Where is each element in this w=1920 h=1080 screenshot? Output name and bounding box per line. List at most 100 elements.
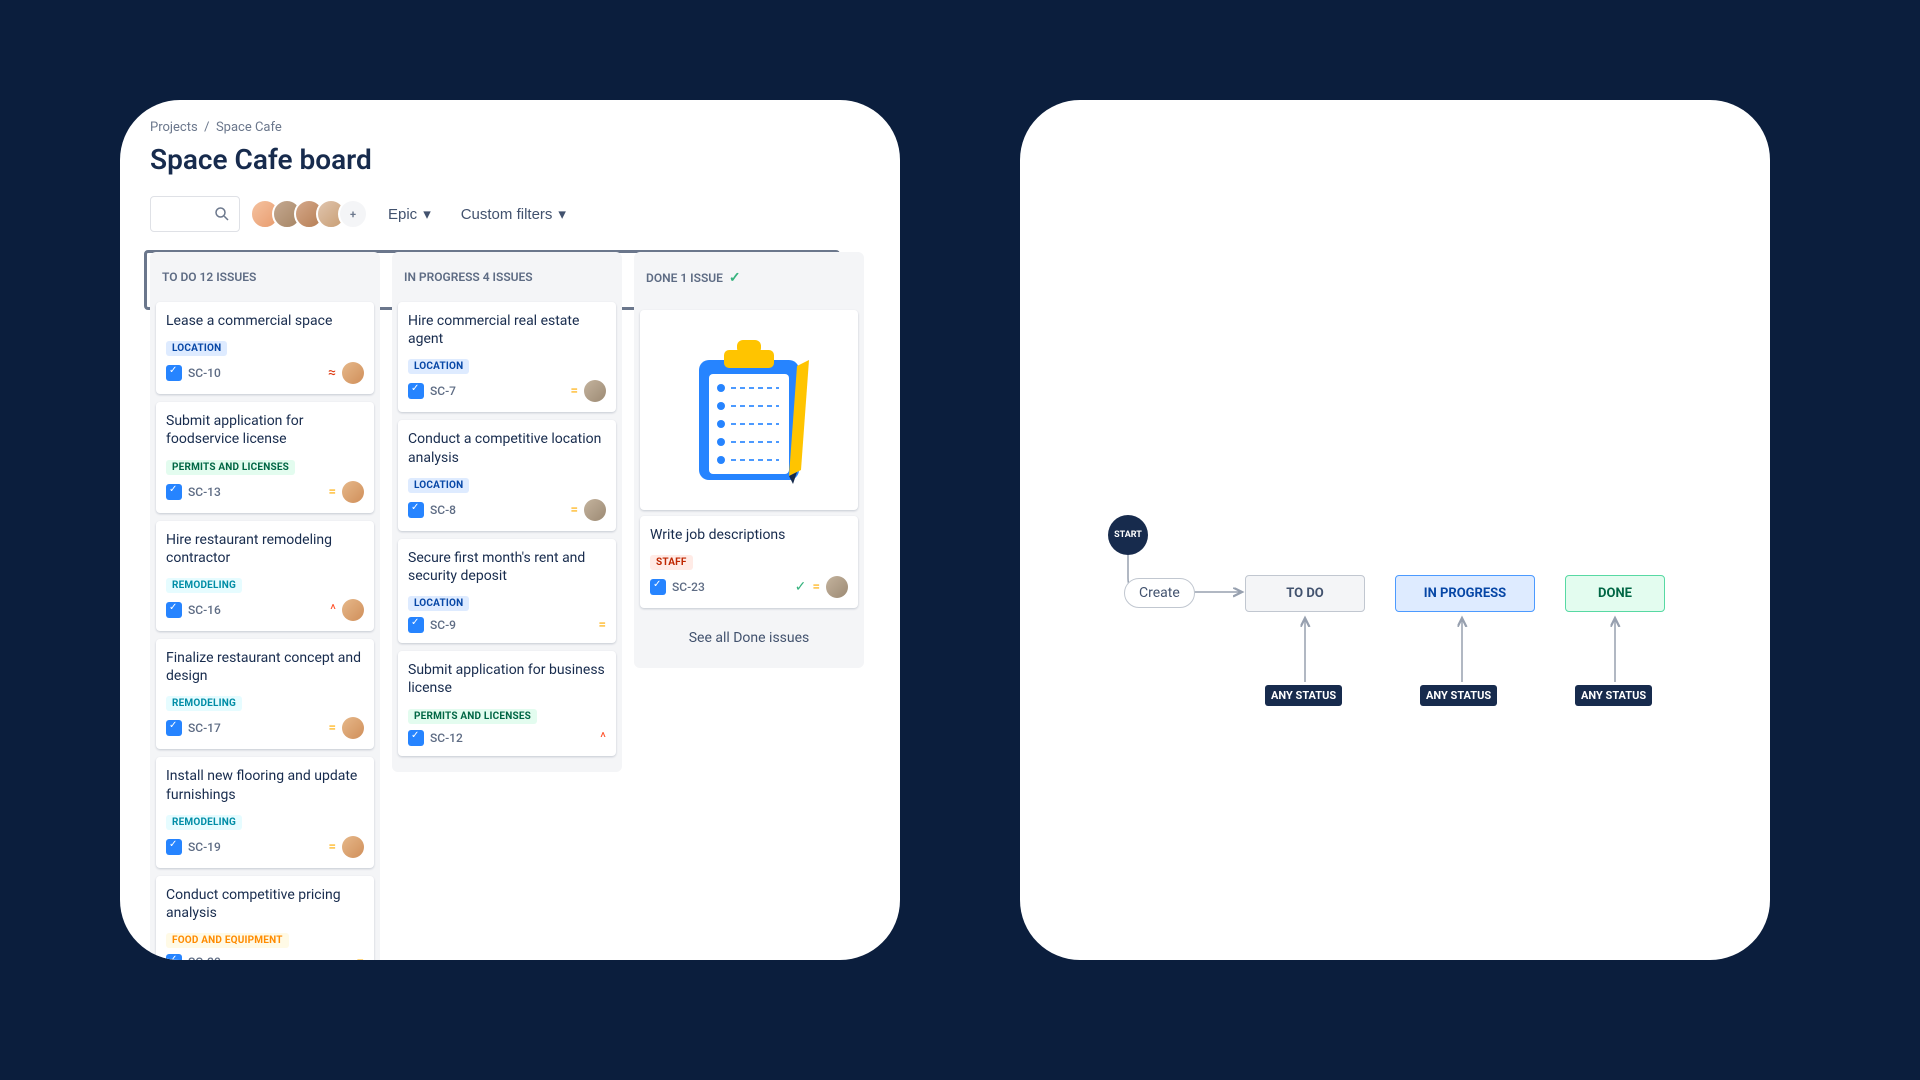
assignee-avatar[interactable]: [342, 599, 364, 621]
card-meta: ^: [600, 730, 606, 746]
epic-filter-label: Epic: [388, 206, 417, 223]
search-input[interactable]: [150, 196, 240, 232]
card-id-text: SC-9: [430, 618, 456, 632]
card-title: Secure first month's rent and security d…: [408, 549, 606, 585]
card-title: Lease a commercial space: [166, 312, 364, 330]
chevron-down-icon: ▾: [558, 205, 566, 223]
card-title: Conduct a competitive location analysis: [408, 430, 606, 466]
card-id: SC-20: [166, 954, 221, 960]
assignee-avatar[interactable]: [584, 380, 606, 402]
workflow-any-status[interactable]: ANY STATUS: [1420, 685, 1497, 706]
assignee-avatar[interactable]: [826, 576, 848, 598]
workflow-any-status[interactable]: ANY STATUS: [1265, 685, 1342, 706]
card-meta: =: [570, 380, 606, 402]
custom-filters[interactable]: Custom filters ▾: [451, 199, 576, 229]
card-meta: =: [356, 954, 364, 960]
card-title: Hire commercial real estate agent: [408, 312, 606, 348]
card-meta: ≈: [328, 362, 364, 384]
epic-badge: LOCATION: [408, 478, 469, 493]
workflow-panel: START Create TO DO IN PROGRESS DONE ANY …: [1020, 100, 1770, 960]
card-meta: ✓=: [795, 576, 848, 598]
assignee-avatar[interactable]: [342, 481, 364, 503]
issue-card[interactable]: Conduct a competitive location analysis L…: [398, 420, 616, 530]
card-id-text: SC-8: [430, 503, 456, 517]
workflow-create-transition[interactable]: Create: [1124, 578, 1195, 608]
column-header[interactable]: IN PROGRESS 4 ISSUES: [392, 252, 622, 302]
task-icon: [166, 954, 182, 960]
task-icon: [408, 383, 424, 399]
card-id: SC-16: [166, 602, 221, 618]
workflow-status-todo[interactable]: TO DO: [1245, 575, 1365, 612]
done-check-icon: ✓: [795, 579, 807, 595]
issue-card[interactable]: Write job descriptionsSTAFFSC-23✓=: [640, 516, 858, 608]
check-icon: ✓: [729, 270, 741, 286]
card-title: Conduct competitive pricing analysis: [166, 886, 364, 922]
column-header[interactable]: TO DO 12 ISSUES: [150, 252, 380, 302]
workflow-status-done[interactable]: DONE: [1565, 575, 1665, 612]
task-icon: [166, 720, 182, 736]
issue-card[interactable]: Install new flooring and update furnishi…: [156, 757, 374, 867]
card-footer: SC-20 =: [166, 954, 364, 960]
card-id-text: SC-16: [188, 603, 221, 617]
card-footer: SC-23✓=: [650, 576, 848, 598]
breadcrumb-project[interactable]: Space Cafe: [216, 120, 282, 135]
card-meta: =: [328, 717, 364, 739]
issue-card[interactable]: Finalize restaurant concept and design RE…: [156, 639, 374, 749]
done-illustration: [640, 310, 858, 510]
issue-card[interactable]: Secure first month's rent and security d…: [398, 539, 616, 643]
column-header[interactable]: DONE 1 ISSUE✓: [634, 252, 864, 304]
card-title: Install new flooring and update furnishi…: [166, 767, 364, 803]
epic-badge: PERMITS AND LICENSES: [166, 460, 295, 475]
avatar-more[interactable]: +: [338, 199, 368, 229]
card-meta: =: [328, 836, 364, 858]
workflow-start-node[interactable]: START: [1108, 515, 1148, 555]
card-id: SC-10: [166, 365, 221, 381]
card-id: SC-13: [166, 484, 221, 500]
card-id: SC-9: [408, 617, 456, 633]
card-meta: =: [598, 617, 606, 633]
issue-card[interactable]: Submit application for business licenseP…: [398, 651, 616, 755]
page-title: Space Cafe board: [120, 143, 900, 176]
assignee-avatar[interactable]: [342, 836, 364, 858]
epic-badge: LOCATION: [166, 341, 227, 356]
card-id-text: SC-17: [188, 721, 221, 735]
issue-card[interactable]: Hire commercial real estate agentLOCATIO…: [398, 302, 616, 412]
epic-badge: FOOD AND EQUIPMENT: [166, 933, 289, 948]
issue-card[interactable]: Conduct competitive pricing analysis FOOD…: [156, 876, 374, 960]
avatar-group[interactable]: +: [250, 199, 368, 229]
card-id-text: SC-7: [430, 384, 456, 398]
task-icon: [166, 484, 182, 500]
card-title: Finalize restaurant concept and design: [166, 649, 364, 685]
issue-card[interactable]: Submit application for foodservice licen…: [156, 402, 374, 512]
priority-icon: ≈: [328, 365, 336, 381]
issue-card[interactable]: Hire restaurant remodeling contractor REM…: [156, 521, 374, 631]
epic-badge: REMODELING: [166, 815, 242, 830]
epic-filter[interactable]: Epic ▾: [378, 199, 441, 229]
card-title: Submit application for business license: [408, 661, 606, 697]
card-title: Hire restaurant remodeling contractor: [166, 531, 364, 567]
breadcrumb-sep: /: [204, 120, 209, 135]
workflow-any-status[interactable]: ANY STATUS: [1575, 685, 1652, 706]
priority-icon: =: [328, 484, 336, 500]
toolbar: + Epic ▾ Custom filters ▾: [120, 196, 900, 232]
priority-icon: =: [812, 579, 820, 595]
card-footer: SC-10 ≈: [166, 362, 364, 384]
epic-badge: STAFF: [650, 555, 693, 570]
card-footer: SC-13 =: [166, 481, 364, 503]
card-footer: SC-9 =: [408, 617, 606, 633]
workflow-status-inprogress[interactable]: IN PROGRESS: [1395, 575, 1535, 612]
task-icon: [166, 365, 182, 381]
card-id: SC-17: [166, 720, 221, 736]
task-icon: [408, 730, 424, 746]
card-footer: SC-16^: [166, 599, 364, 621]
breadcrumb-projects[interactable]: Projects: [150, 120, 198, 135]
see-all-done-link[interactable]: See all Done issues: [634, 616, 864, 660]
epic-badge: REMODELING: [166, 578, 242, 593]
chevron-down-icon: ▾: [423, 205, 431, 223]
card-footer: SC-8=: [408, 499, 606, 521]
assignee-avatar[interactable]: [342, 717, 364, 739]
epic-badge: REMODELING: [166, 696, 242, 711]
issue-card[interactable]: Lease a commercial space LOCATION SC-10 ≈: [156, 302, 374, 394]
assignee-avatar[interactable]: [342, 362, 364, 384]
assignee-avatar[interactable]: [584, 499, 606, 521]
